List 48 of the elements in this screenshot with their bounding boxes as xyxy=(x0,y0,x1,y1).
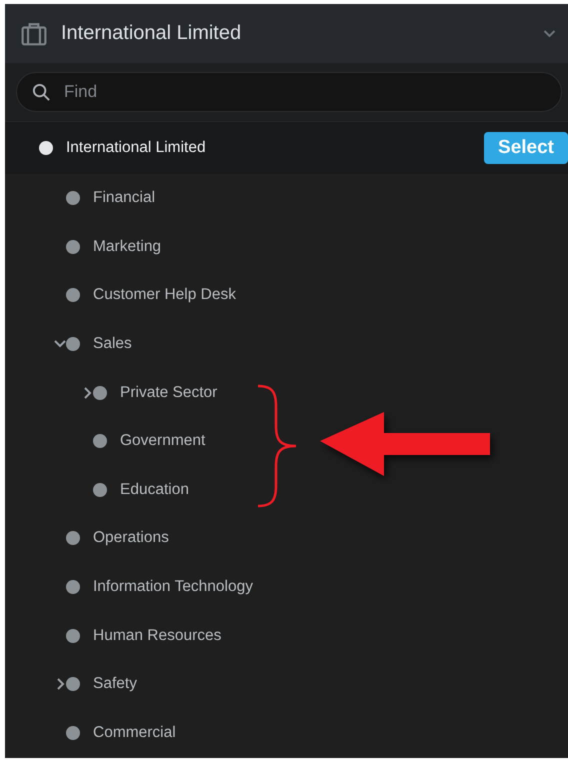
tree-item-label: Marketing xyxy=(93,238,162,256)
status-dot xyxy=(93,434,107,448)
tree-item-label: Private Sector xyxy=(120,384,218,402)
status-dot xyxy=(66,531,80,546)
header-title: International Limited xyxy=(61,22,242,45)
status-dot xyxy=(66,337,80,352)
tree-item[interactable]: Private Sector xyxy=(5,368,568,417)
tree-item[interactable]: Marketing xyxy=(5,222,568,272)
tree-item-label: International Limited xyxy=(66,139,207,157)
search-field[interactable]: Find xyxy=(16,72,562,112)
tree-item-label: Customer Help Desk xyxy=(93,286,237,304)
tree-item[interactable]: Information Technology xyxy=(5,562,568,612)
status-dot xyxy=(66,288,80,302)
chevron-down-icon[interactable] xyxy=(54,340,66,348)
status-dot xyxy=(66,726,80,740)
tree-item-label: Information Technology xyxy=(93,578,254,596)
status-dot xyxy=(93,482,107,497)
tree-item[interactable]: Customer Help Desk xyxy=(5,271,568,320)
tree-item[interactable]: Education xyxy=(5,466,568,514)
status-dot xyxy=(39,141,53,155)
status-dot xyxy=(66,191,80,206)
chevron-right-icon[interactable] xyxy=(84,386,92,399)
tree-item-label: Education xyxy=(120,480,190,499)
status-dot xyxy=(93,386,107,400)
tree-item[interactable]: Safety xyxy=(5,660,568,709)
chevron-right-icon[interactable] xyxy=(57,678,65,690)
tree-item[interactable]: Commercial xyxy=(5,708,568,758)
status-dot xyxy=(66,240,80,254)
tree-item[interactable]: Sales xyxy=(5,320,568,368)
tree-item-label: Safety xyxy=(93,675,138,694)
tree-item-label: Human Resources xyxy=(93,626,222,645)
briefcase-icon xyxy=(21,22,47,46)
tree-item[interactable]: Government xyxy=(5,416,568,466)
tree-item[interactable]: Operations xyxy=(5,514,568,563)
tree-item-label: Government xyxy=(120,432,206,450)
header-bar[interactable]: International Limited xyxy=(5,4,568,63)
tree-item-label: Commercial xyxy=(93,724,177,742)
status-dot xyxy=(66,628,80,643)
chevron-down-icon[interactable] xyxy=(543,30,556,38)
tree-item-label: Sales xyxy=(93,335,133,354)
tree-item[interactable]: Human Resources xyxy=(5,611,568,660)
tree-item[interactable]: International Limited Select xyxy=(5,122,568,174)
status-dot xyxy=(66,677,80,692)
search-icon xyxy=(32,83,51,102)
tree-item-label: Financial xyxy=(93,189,156,208)
tree-item[interactable]: Financial xyxy=(5,174,568,223)
tree-item-label: Operations xyxy=(93,529,170,548)
status-dot xyxy=(66,580,80,594)
